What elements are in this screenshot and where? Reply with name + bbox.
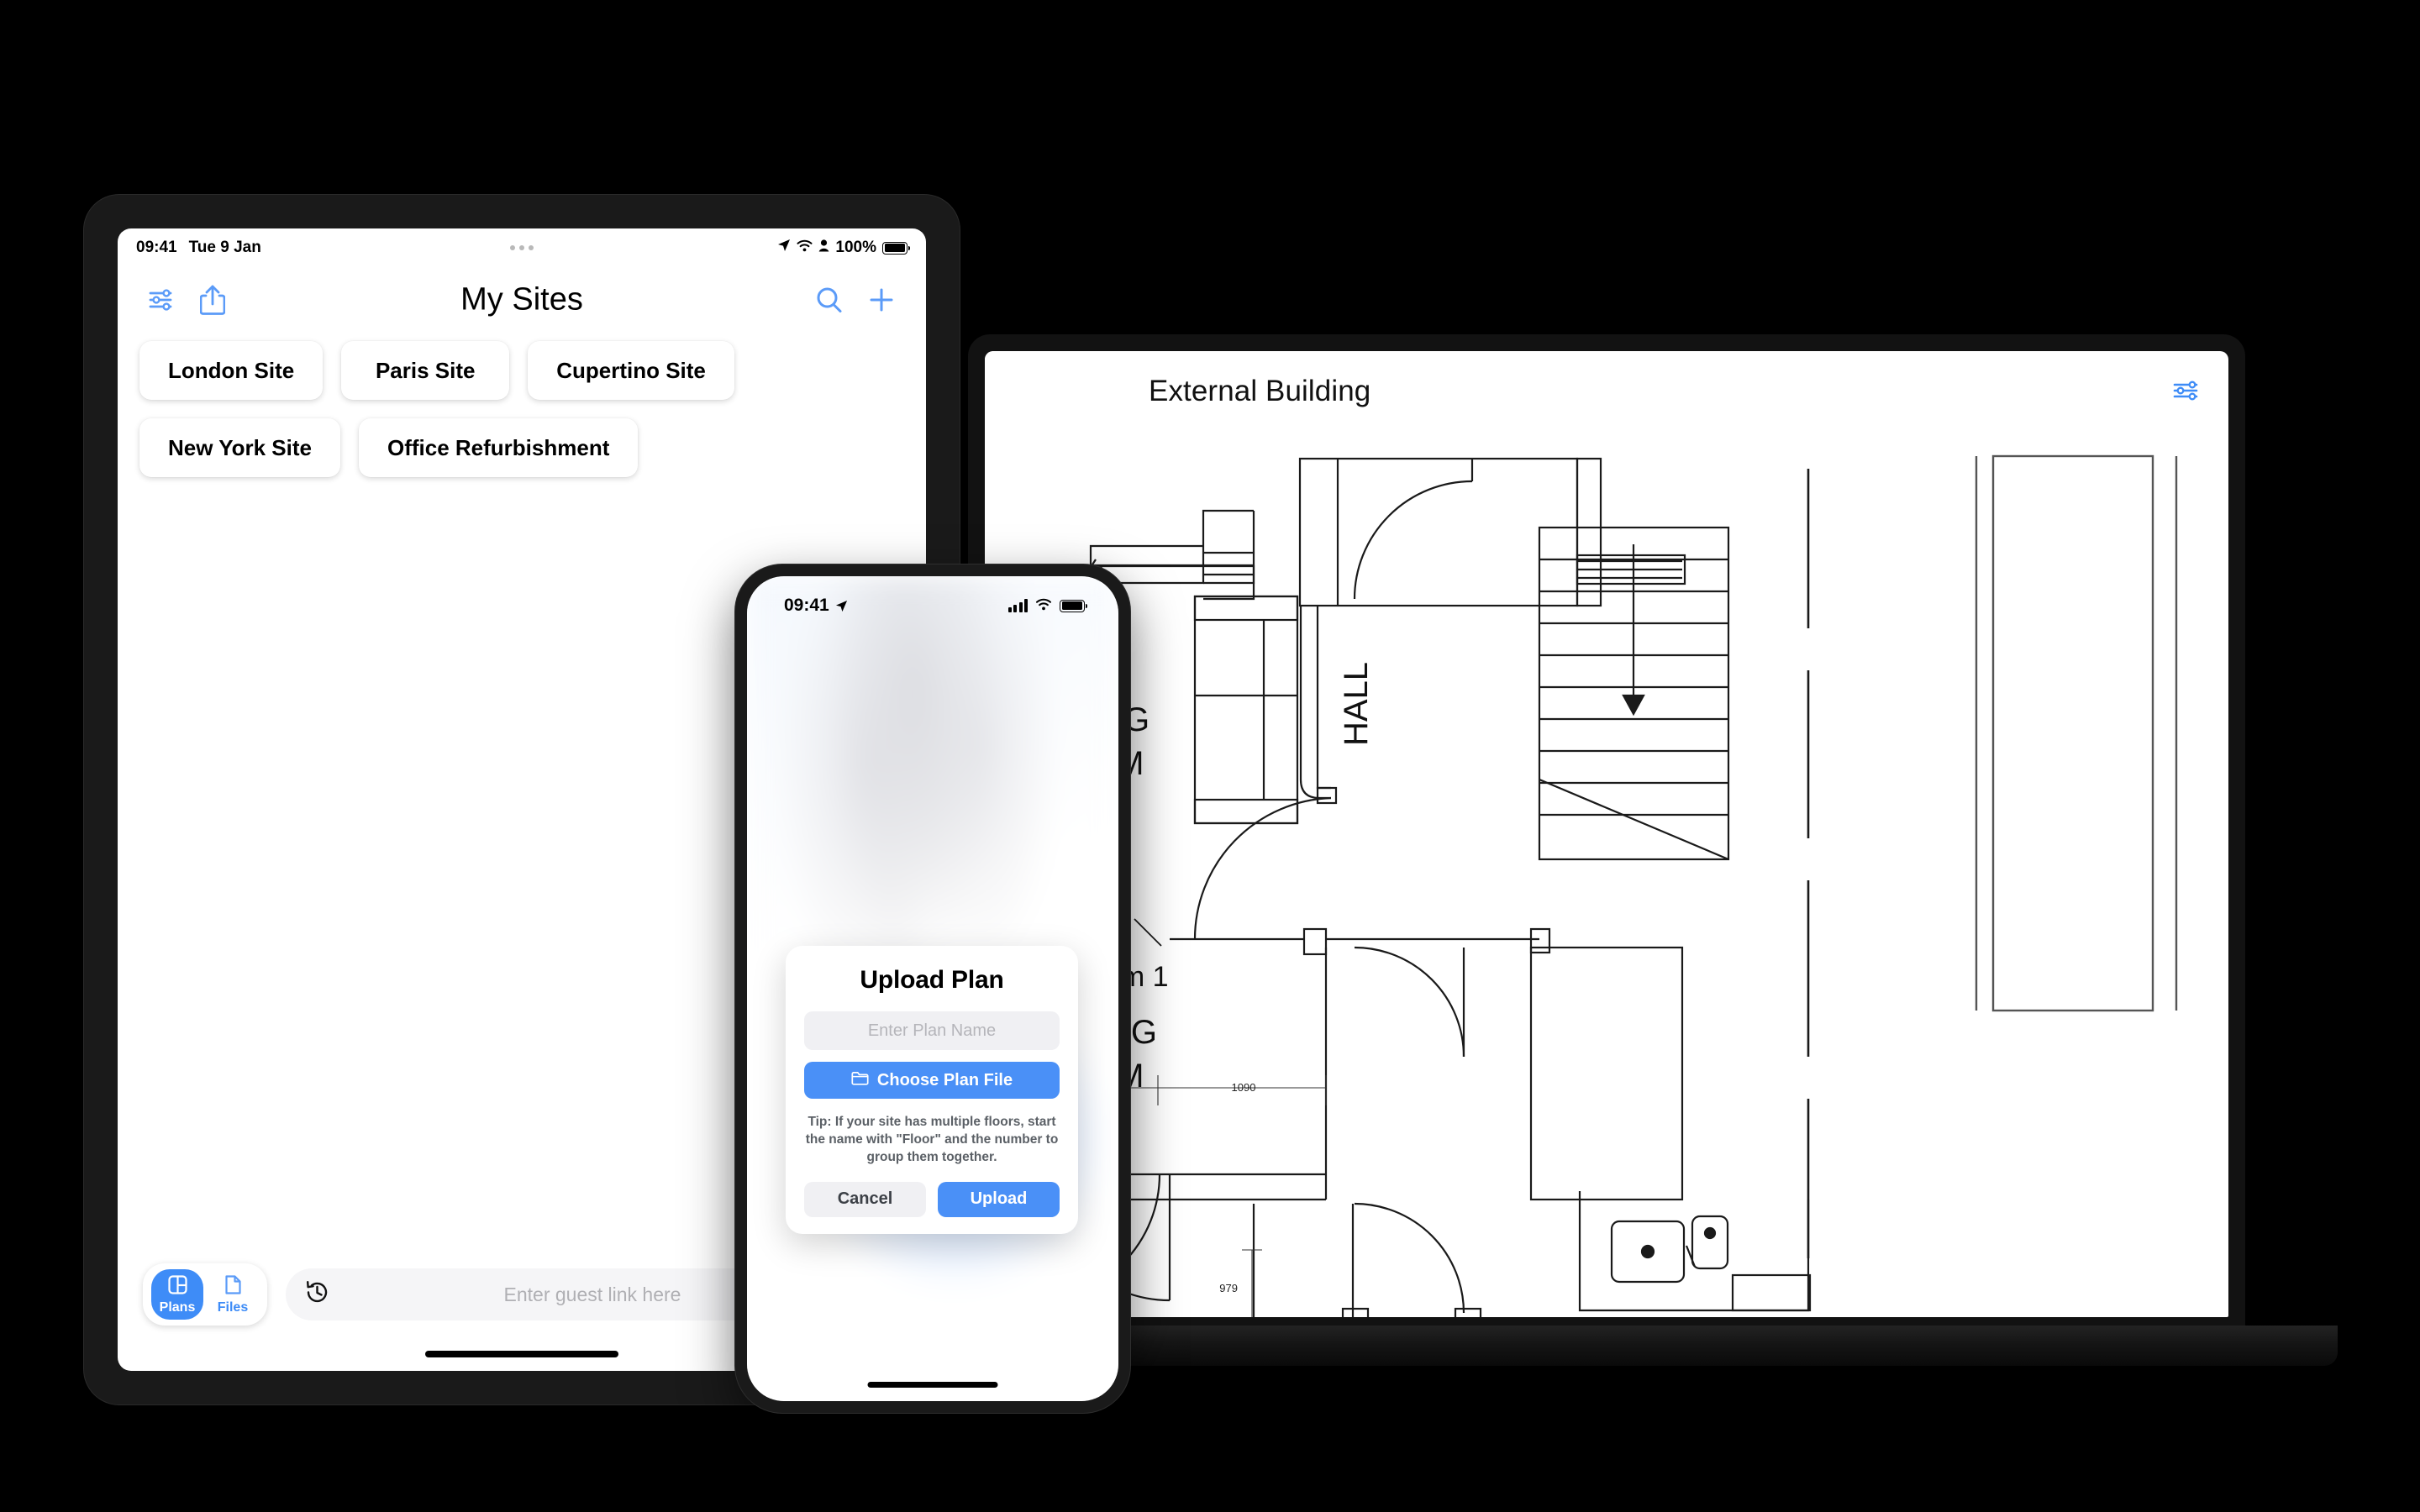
folder-icon — [851, 1071, 869, 1090]
status-time: 09:41 — [136, 239, 177, 256]
dimension-label: 1090 — [1232, 1081, 1256, 1094]
laptop-body: External Building 1090 979 HALL 1 — [968, 334, 2245, 1347]
location-arrow-icon — [835, 600, 848, 612]
screenshot-stage: External Building 1090 979 HALL 1 09:41 … — [0, 0, 2420, 1512]
status-time: 09:41 — [784, 596, 829, 615]
home-indicator — [867, 1382, 998, 1388]
battery-icon — [882, 241, 911, 255]
segment-plans[interactable]: Plans — [151, 1269, 203, 1320]
clock-history-icon[interactable] — [304, 1279, 330, 1310]
ipad-status-bar: 09:41 Tue 9 Jan 100% — [118, 228, 926, 267]
plus-icon[interactable] — [867, 286, 896, 314]
wifi-icon — [797, 239, 813, 257]
plan-title: External Building — [1149, 375, 1371, 407]
cellular-bars-icon — [1007, 599, 1028, 612]
cancel-button[interactable]: Cancel — [804, 1181, 926, 1217]
ipad-nav-bar: My Sites — [118, 267, 926, 333]
site-card-office-refurbishment[interactable]: Office Refurbishment — [359, 418, 639, 477]
person-icon — [818, 239, 829, 257]
segment-plans-label: Plans — [159, 1299, 196, 1315]
laptop-device: External Building 1090 979 HALL 1 — [933, 334, 2338, 1368]
floor-plan-drawing[interactable]: 1550 1090 979 2665 LIVING ROOM DINING RO… — [985, 418, 2228, 1317]
home-indicator — [425, 1351, 618, 1357]
dynamic-island-dots-icon — [510, 245, 534, 250]
sliders-icon[interactable] — [2171, 378, 2203, 403]
iphone-screen: 09:41 Upload Plan Enter Plan Name Choose… — [747, 576, 1118, 1401]
location-arrow-icon — [777, 239, 791, 257]
view-mode-segmented-control: Plans Files — [143, 1263, 267, 1326]
sliders-icon[interactable] — [148, 287, 178, 312]
upload-button[interactable]: Upload — [938, 1181, 1060, 1217]
laptop-screen: External Building 1090 979 HALL 1 — [985, 351, 2228, 1317]
site-card-paris[interactable]: Paris Site — [341, 341, 510, 400]
segment-files[interactable]: Files — [207, 1269, 259, 1320]
page-title: My Sites — [460, 281, 583, 318]
search-icon[interactable] — [815, 286, 844, 314]
site-card-cupertino[interactable]: Cupertino Site — [528, 341, 734, 400]
iphone-status-bar: 09:41 — [747, 576, 1118, 623]
site-card-london[interactable]: London Site — [139, 341, 324, 400]
plan-grid-icon — [167, 1274, 188, 1299]
iphone-device: 09:41 Upload Plan Enter Plan Name Choose… — [735, 564, 1130, 1413]
dialog-title: Upload Plan — [860, 966, 1004, 994]
wifi-icon — [1035, 596, 1052, 616]
battery-percent: 100% — [835, 239, 876, 256]
share-icon[interactable] — [200, 284, 225, 316]
document-icon — [224, 1274, 243, 1299]
choose-plan-file-button[interactable]: Choose Plan File — [804, 1062, 1060, 1099]
laptop-base — [933, 1326, 2338, 1366]
battery-icon — [1060, 599, 1088, 612]
dialog-actions: Cancel Upload — [804, 1181, 1060, 1217]
plan-name-input[interactable] — [804, 1011, 1060, 1050]
room-label-hall: HALL — [1338, 662, 1375, 746]
dialog-tip-text: Tip: If your site has multiple floors, s… — [805, 1115, 1059, 1164]
site-card-new-york[interactable]: New York Site — [139, 418, 340, 477]
choose-plan-file-label: Choose Plan File — [876, 1070, 1013, 1089]
dimension-label: 979 — [1219, 1282, 1238, 1294]
sites-grid: London Site Paris Site Cupertino Site Ne… — [118, 333, 926, 477]
segment-files-label: Files — [217, 1299, 249, 1315]
upload-plan-dialog: Upload Plan Choose Plan File Tip: If you… — [786, 946, 1078, 1234]
status-date: Tue 9 Jan — [188, 239, 261, 256]
